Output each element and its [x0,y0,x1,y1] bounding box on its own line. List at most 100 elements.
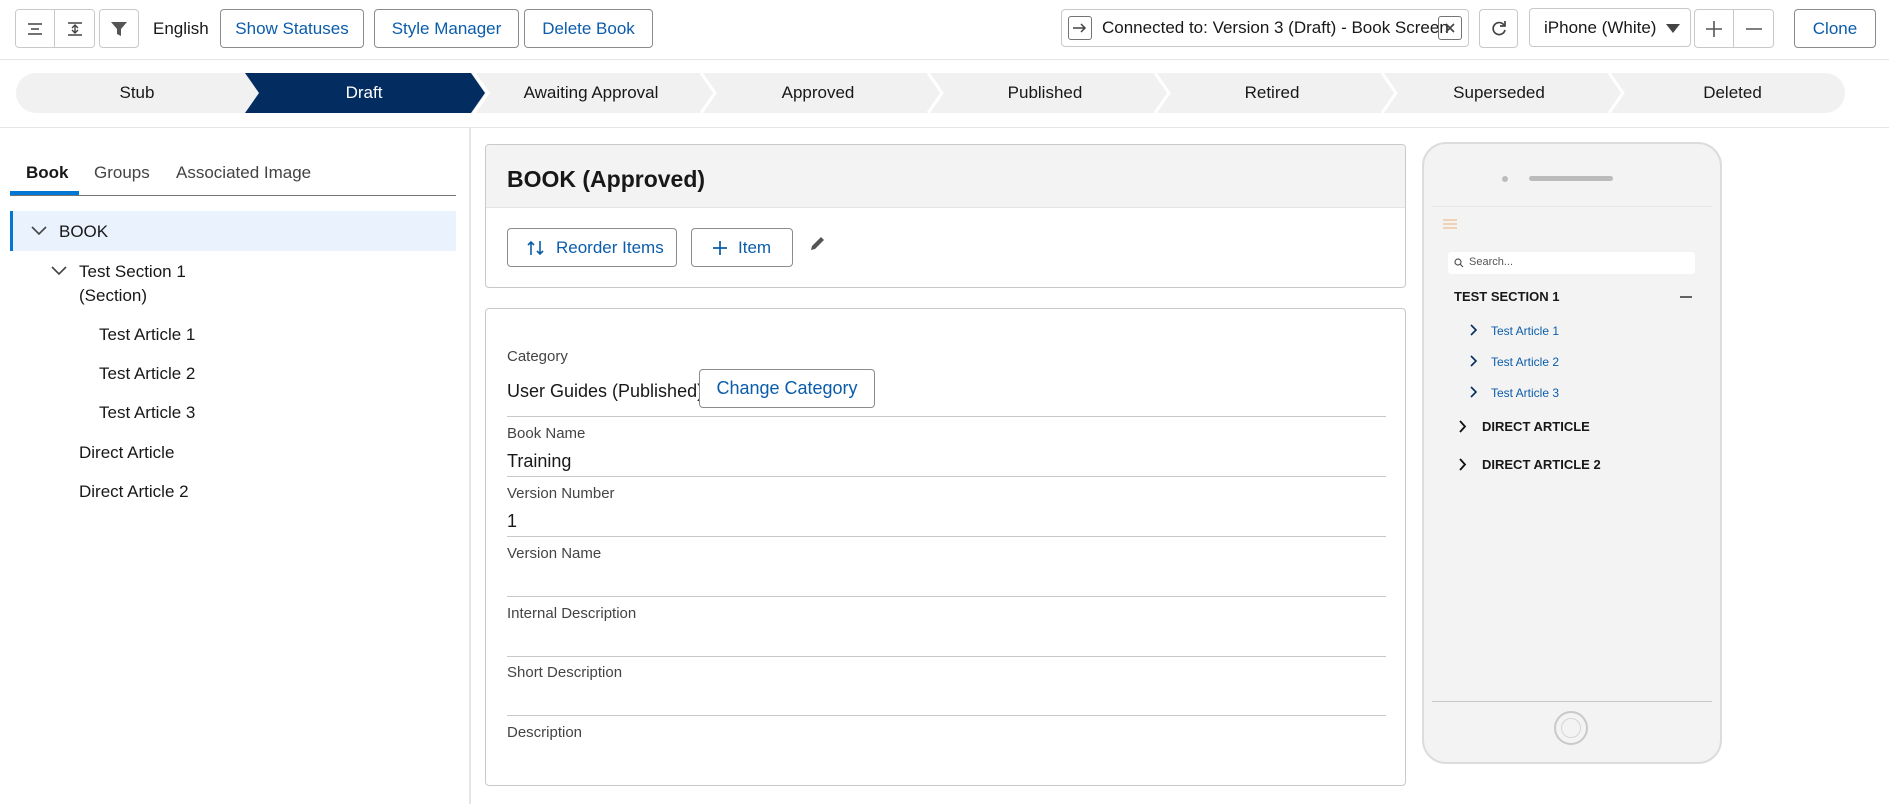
phone-screen: Search... TEST SECTION 1 Test Article 1 … [1432,206,1712,702]
field-divider [507,596,1386,597]
connection-label: Connected to: Version 3 (Draft) - Book S… [1102,18,1449,37]
field-divider [507,476,1386,477]
phone-camera [1502,176,1508,182]
category-label: Category [507,348,568,365]
chevron-right-icon[interactable] [1470,386,1478,398]
style-manager-button[interactable]: Style Manager [374,9,519,48]
phone-section-title[interactable]: TEST SECTION 1 [1454,289,1559,304]
chevron-right-icon[interactable] [1459,458,1467,471]
arrow-right-icon [1068,16,1092,40]
minus-icon[interactable] [1680,296,1692,298]
internal-description-label: Internal Description [507,605,637,622]
field-divider [507,715,1386,716]
version-name-label: Version Name [507,545,602,562]
stage-superseded[interactable]: Superseded [1393,73,1605,113]
stage-approved[interactable]: Approved [712,73,924,113]
tree-direct-article[interactable]: Direct Article [79,443,174,463]
filter-icon [111,21,127,36]
tab-groups[interactable]: Groups [94,163,150,183]
plus-icon [1706,20,1722,37]
expand-all-button[interactable] [55,10,94,47]
book-details-card: Category User Guides (Published) Change … [485,308,1406,786]
stage-published[interactable]: Published [939,73,1151,113]
tab-associated-image[interactable]: Associated Image [176,163,311,183]
tab-book[interactable]: Book [26,163,69,183]
phone-home-button [1554,711,1588,745]
collapse-all-button[interactable] [16,10,55,47]
category-value: User Guides (Published) [507,381,704,401]
tree-expand-collapse-group [15,9,95,48]
tree-root-label: BOOK [59,222,109,241]
language-label: English [153,19,209,38]
tree-section-label[interactable]: Test Section 1 [79,262,186,282]
show-statuses-button[interactable]: Show Statuses [220,9,364,48]
phone-search-placeholder: Search... [1469,256,1514,268]
menu-icon[interactable] [1442,218,1458,230]
collapse-all-icon [28,22,42,35]
plus-icon [713,240,727,255]
phone-direct-article-2[interactable]: DIRECT ARTICLE 2 [1482,457,1601,472]
zoom-group [1694,9,1774,48]
tree-direct-article-2[interactable]: Direct Article 2 [79,482,189,502]
active-tab-indicator [10,191,79,195]
toolbar: English Show Statuses Style Manager Dele… [0,0,1889,60]
panel-divider[interactable] [469,128,471,804]
stage-awaiting-approval[interactable]: Awaiting Approval [485,73,697,113]
filter-button[interactable] [99,9,139,48]
reorder-icon [527,240,544,255]
reorder-items-label: Reorder Items [556,237,664,257]
phone-speaker [1529,176,1613,181]
connection-pill: Connected to: Version 3 (Draft) - Book S… [1061,9,1469,47]
zoom-in-button[interactable] [1695,10,1734,47]
stage-retired[interactable]: Retired [1166,73,1378,113]
tree-section-type: (Section) [79,286,148,305]
left-panel: Book Groups Associated Image BOOK Test S… [0,128,470,804]
stage-deleted[interactable]: Deleted [1620,73,1845,113]
phone-article-3[interactable]: Test Article 3 [1491,386,1559,400]
left-tabs: Book Groups Associated Image [10,158,456,196]
add-item-button[interactable]: Item [691,228,793,267]
search-icon [1454,258,1464,268]
field-divider [507,656,1386,657]
chevron-right-icon[interactable] [1470,355,1478,367]
phone-preview: Search... TEST SECTION 1 Test Article 1 … [1422,142,1722,764]
refresh-icon [1491,20,1506,35]
close-icon [1445,23,1455,33]
chevron-right-icon[interactable] [1470,324,1478,336]
chevron-down-icon[interactable] [51,266,67,276]
short-description-label: Short Description [507,664,623,681]
pencil-icon[interactable] [809,234,827,252]
field-divider [507,536,1386,537]
device-select[interactable]: iPhone (White) [1529,8,1691,47]
phone-direct-article[interactable]: DIRECT ARTICLE [1482,419,1590,434]
page-title: BOOK (Approved) [507,166,706,192]
phone-search-input[interactable]: Search... [1448,252,1695,274]
stage-draft[interactable]: Draft [258,73,470,113]
phone-article-2[interactable]: Test Article 2 [1491,355,1559,369]
expand-all-icon [67,21,82,36]
book-name-label: Book Name [507,425,586,442]
tree-article-1[interactable]: Test Article 1 [99,325,195,345]
version-number-value: 1 [507,511,518,531]
delete-book-button[interactable]: Delete Book [524,9,653,48]
stage-stub[interactable]: Stub [16,73,258,113]
phone-article-1[interactable]: Test Article 1 [1491,324,1559,338]
zoom-out-button[interactable] [1734,10,1773,47]
disconnect-button[interactable] [1438,16,1462,40]
chevron-down-icon [1666,24,1680,33]
chevron-down-icon[interactable] [31,226,47,236]
book-name-value: Training [507,451,572,471]
reorder-items-button[interactable]: Reorder Items [507,228,677,267]
add-item-label: Item [738,237,772,257]
version-number-label: Version Number [507,485,615,502]
refresh-button[interactable] [1479,9,1518,48]
clone-button[interactable]: Clone [1794,9,1876,48]
device-select-value: iPhone (White) [1544,17,1657,37]
tree-article-3[interactable]: Test Article 3 [99,403,195,423]
chevron-right-icon[interactable] [1459,420,1467,433]
tree-article-2[interactable]: Test Article 2 [99,364,195,384]
change-category-button[interactable]: Change Category [699,369,875,408]
book-header-card: BOOK (Approved) Reorder Items Item [485,144,1406,288]
status-path: Stub Draft Awaiting Approval Approved Pu… [16,73,1845,113]
description-label: Description [507,724,583,741]
